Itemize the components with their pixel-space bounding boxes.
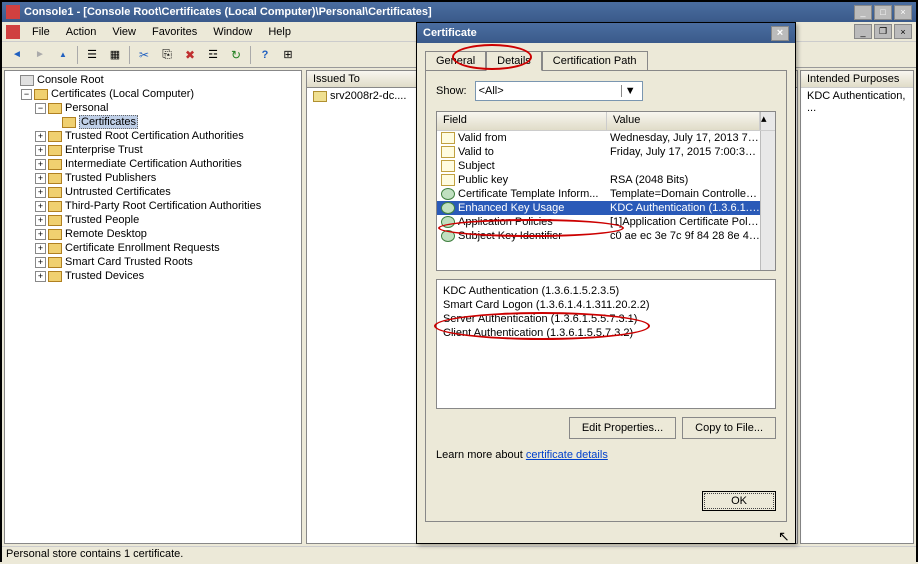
close-button[interactable]: × [894, 5, 912, 20]
menu-window[interactable]: Window [205, 24, 260, 40]
field-row[interactable]: Valid toFriday, July 17, 2015 7:00:39 ..… [437, 145, 760, 159]
field-row[interactable]: Valid fromWednesday, July 17, 2013 7:... [437, 131, 760, 145]
status-bar: Personal store contains 1 certificate. [2, 546, 916, 564]
page-icon [441, 146, 455, 158]
certificate-details-link[interactable]: certificate details [526, 449, 608, 461]
dialog-close-button[interactable]: × [771, 26, 789, 41]
copy-to-file-button[interactable]: Copy to File... [682, 417, 776, 439]
extension-icon [441, 216, 455, 228]
page-icon [441, 174, 455, 186]
page-icon [441, 132, 455, 144]
extension-icon [441, 202, 455, 214]
menu-action[interactable]: Action [58, 24, 105, 40]
col-value[interactable]: Value [607, 112, 760, 130]
up-button[interactable] [52, 44, 74, 66]
menu-file[interactable]: File [24, 24, 58, 40]
field-row[interactable]: Subject [437, 159, 760, 173]
properties-button[interactable]: ☲ [202, 44, 224, 66]
menu-view[interactable]: View [104, 24, 144, 40]
tree-tpub: +Trusted Publishers [7, 171, 299, 185]
mdi-restore-button[interactable]: ❐ [874, 24, 892, 39]
tree-rd: +Remote Desktop [7, 227, 299, 241]
intended-purposes-value: KDC Authentication, ... [801, 88, 913, 116]
tree-td: +Trusted Devices [7, 269, 299, 283]
tree-certs-local: −Certificates (Local Computer) [7, 87, 299, 101]
tree-et: +Enterprise Trust [7, 143, 299, 157]
dialog-title: Certificate [423, 27, 477, 39]
cursor-icon: ↖ [778, 528, 790, 545]
menu-favorites[interactable]: Favorites [144, 24, 205, 40]
fields-scrollbar[interactable] [760, 131, 775, 270]
extension-icon [441, 188, 455, 200]
field-row[interactable]: Enhanced Key UsageKDC Authentication (1.… [437, 201, 760, 215]
maximize-button[interactable]: □ [874, 5, 892, 20]
tree-uc: +Untrusted Certificates [7, 185, 299, 199]
show-dropdown[interactable]: <All> ▼ [475, 81, 643, 101]
tree-pane[interactable]: Console Root −Certificates (Local Comput… [4, 70, 302, 544]
help-button[interactable] [254, 44, 276, 66]
field-row[interactable]: Application Policies[1]Application Certi… [437, 215, 760, 229]
main-title-bar: Console1 - [Console Root\Certificates (L… [2, 2, 916, 22]
field-detail-box[interactable]: KDC Authentication (1.3.6.1.5.2.3.5)Smar… [436, 279, 776, 409]
export-list-button[interactable]: ▦ [104, 44, 126, 66]
tree-tprca: +Third-Party Root Certification Authorit… [7, 199, 299, 213]
delete-button[interactable] [179, 44, 201, 66]
show-label: Show: [436, 85, 467, 97]
app-icon [6, 5, 20, 19]
field-row[interactable]: Public keyRSA (2048 Bits) [437, 173, 760, 187]
ok-button[interactable]: OK [702, 491, 776, 511]
tree-sctr: +Smart Card Trusted Roots [7, 255, 299, 269]
tree-cer: +Certificate Enrollment Requests [7, 241, 299, 255]
col-issued-to[interactable]: Issued To [307, 71, 417, 87]
field-row[interactable]: Subject Key Identifierc0 ae ec 3e 7c 9f … [437, 229, 760, 243]
col-field[interactable]: Field [437, 112, 607, 130]
tree-personal: −Personal [7, 101, 299, 115]
back-button[interactable] [6, 44, 28, 66]
forward-button[interactable] [29, 44, 51, 66]
refresh-button[interactable] [225, 44, 247, 66]
fields-scroll-up[interactable]: ▴ [760, 112, 775, 130]
certificate-icon [313, 91, 327, 102]
certificate-dialog: Certificate × General Details Certificat… [416, 22, 796, 544]
doc-icon [6, 25, 20, 39]
extension-icon [441, 230, 455, 242]
mdi-minimize-button[interactable]: _ [854, 24, 872, 39]
options-button[interactable]: ⊞ [277, 44, 299, 66]
tree-ica: +Intermediate Certification Authorities [7, 157, 299, 171]
show-hide-tree-button[interactable]: ☰ [81, 44, 103, 66]
field-row[interactable]: Certificate Template Inform...Template=D… [437, 187, 760, 201]
fields-list: Field Value ▴ Valid fromWednesday, July … [436, 111, 776, 271]
page-icon [441, 160, 455, 172]
tree-console-root: Console Root [7, 73, 299, 87]
col-intended-purposes[interactable]: Intended Purposes [801, 71, 913, 88]
tree-trca: +Trusted Root Certification Authorities [7, 129, 299, 143]
copy-button[interactable] [156, 44, 178, 66]
tree-tp: +Trusted People [7, 213, 299, 227]
tree-certificates: Certificates [7, 115, 299, 129]
tab-certification-path[interactable]: Certification Path [542, 51, 648, 70]
mdi-close-button[interactable]: × [894, 24, 912, 39]
window-title: Console1 - [Console Root\Certificates (L… [24, 6, 854, 18]
tab-details[interactable]: Details [486, 51, 542, 71]
edit-properties-button[interactable]: Edit Properties... [569, 417, 676, 439]
menu-help[interactable]: Help [260, 24, 299, 40]
cut-button[interactable] [133, 44, 155, 66]
learn-more-text: Learn more about certificate details [436, 449, 776, 461]
tab-general[interactable]: General [425, 51, 486, 70]
intended-purposes-pane: Intended Purposes KDC Authentication, ..… [800, 70, 914, 544]
minimize-button[interactable]: _ [854, 5, 872, 20]
